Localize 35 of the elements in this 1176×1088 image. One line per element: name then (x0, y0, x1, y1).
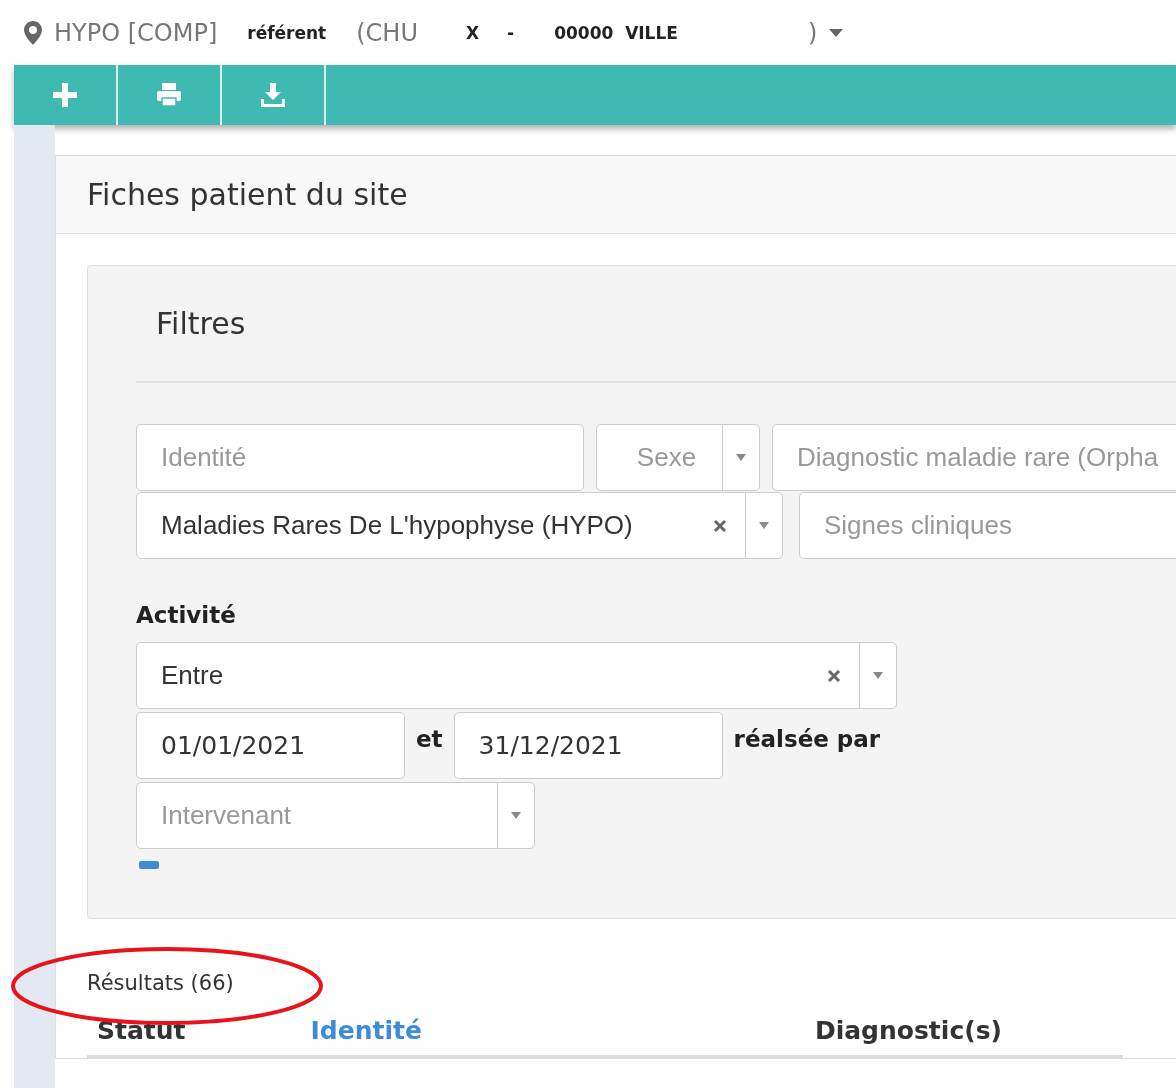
location-text: 00000 VILLE (554, 22, 678, 43)
caret-icon (759, 522, 769, 529)
text-field[interactable]: 31/12/2021 (453, 712, 723, 779)
results-count: Résultats (66) (87, 971, 235, 997)
role-label: référent (247, 22, 327, 43)
column-header[interactable]: Identité (310, 1015, 422, 1045)
column-header[interactable]: Statut (97, 1015, 186, 1045)
clear-icon[interactable] (713, 518, 727, 533)
clear-icon[interactable] (827, 668, 841, 683)
minus-icon[interactable] (139, 861, 159, 869)
location-pin-icon (24, 20, 42, 45)
plus-icon (53, 83, 77, 107)
filters-title: Filtres (156, 306, 246, 341)
text-field[interactable]: Signes cliniques (799, 492, 1176, 559)
text-field[interactable]: Identité (136, 424, 584, 491)
column-header[interactable]: Diagnostic(s) (814, 1015, 1002, 1045)
section-label: Activité (136, 602, 237, 628)
caret-icon (873, 672, 883, 679)
caret-icon (511, 812, 521, 819)
text-field[interactable]: Diagnostic maladie rare (Orpha (772, 424, 1176, 491)
download-icon (261, 83, 285, 107)
printer-icon (157, 83, 181, 107)
location-text: (CHU (356, 18, 418, 47)
location-text: ) (807, 18, 818, 47)
field-label: réalsée par (733, 725, 881, 752)
dropdown[interactable]: Maladies Rares De L'hypophyse (HYPO) (136, 492, 783, 559)
dropdown[interactable]: Entre (136, 642, 897, 709)
text-field[interactable]: 01/01/2021 (136, 712, 405, 779)
panel-title: Fiches patient du site (87, 177, 408, 212)
field-label: et (416, 725, 443, 752)
site-name: HYPO [COMP] (54, 18, 218, 47)
caret-icon[interactable] (829, 28, 844, 37)
location-text: X (466, 22, 480, 43)
location-text: - (507, 22, 515, 43)
caret-icon (736, 454, 746, 461)
